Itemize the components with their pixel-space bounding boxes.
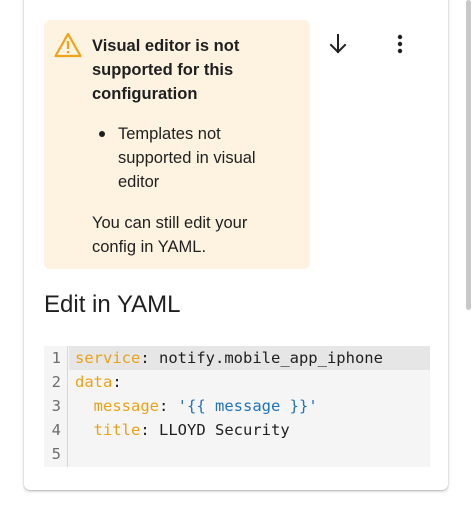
- code-line: message: '{{ message }}': [75, 394, 318, 418]
- more-vert-icon: [397, 34, 403, 54]
- section-title: Edit in YAML: [44, 291, 181, 318]
- move-down-button[interactable]: [320, 26, 356, 62]
- scrollbar[interactable]: [466, 0, 471, 310]
- warning-body: You can still edit your config in YAML.: [92, 214, 248, 256]
- yaml-separator: :: [140, 349, 159, 367]
- code-line: data:: [75, 370, 122, 394]
- yaml-key: data: [75, 373, 113, 391]
- yaml-code-editor[interactable]: 12345 service: notify.mobile_app_iphone d…: [44, 346, 430, 467]
- warning-list: Templates not supported in visual editor: [99, 122, 298, 194]
- yaml-key: message: [93, 397, 159, 415]
- warning-title: Visual editor is not supported for this …: [92, 37, 240, 103]
- yaml-key: title: [93, 421, 141, 439]
- yaml-separator: :: [140, 421, 160, 439]
- line-number: 3: [51, 397, 61, 415]
- line-number: 2: [51, 373, 61, 391]
- yaml-separator: :: [159, 397, 178, 415]
- code-line: title: LLOYD Security: [75, 418, 290, 442]
- line-number-gutter: 1 2 3 4 5: [44, 346, 68, 467]
- warning-triangle-icon: [54, 32, 82, 58]
- yaml-separator: :: [112, 373, 122, 391]
- code-line: service: notify.mobile_app_iphone: [75, 346, 383, 370]
- page: Visual editor is not supported for this …: [0, 0, 474, 507]
- line-number: 5: [51, 445, 61, 463]
- yaml-key: service: [75, 349, 141, 367]
- more-options-button[interactable]: [382, 26, 418, 62]
- line-number: 1: [51, 349, 61, 367]
- yaml-value: '{{ message }}': [177, 397, 318, 415]
- card-editor: Visual editor is not supported for this …: [24, 0, 448, 490]
- warning-list-item: Templates not supported in visual editor: [99, 122, 298, 194]
- yaml-value: notify.mobile_app_iphone: [159, 349, 383, 367]
- arrow-down-icon: [329, 34, 347, 54]
- yaml-value: LLOYD Security: [159, 421, 290, 439]
- warning-alert: Visual editor is not supported for this …: [44, 20, 310, 269]
- line-number: 4: [51, 421, 61, 439]
